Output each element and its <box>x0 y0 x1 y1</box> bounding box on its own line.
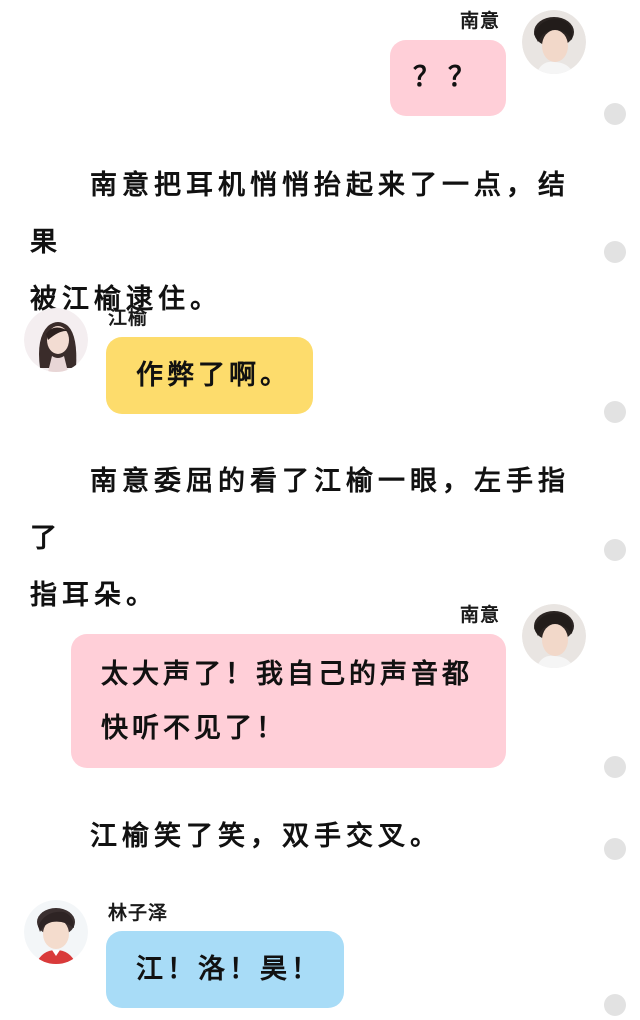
scroll-dot[interactable] <box>604 539 626 561</box>
message-text: 作弊了啊。 <box>136 360 291 391</box>
narration-line: 南意委屈的看了江榆一眼，左手指了 <box>30 466 570 554</box>
scroll-dot[interactable] <box>604 838 626 860</box>
chat-bubble-jiangyu[interactable]: 作弊了啊。 <box>106 337 313 414</box>
narration-paragraph: 江榆笑了笑，双手交叉。 <box>30 808 590 865</box>
message-text: ？？ <box>413 62 483 93</box>
avatar-girl-long-hair-icon[interactable] <box>24 308 88 372</box>
scroll-dot[interactable] <box>604 103 626 125</box>
narration-line: 指耳朵。 <box>30 580 158 611</box>
speaker-name-jiangyu: 江榆 <box>108 307 149 329</box>
avatar-boy-dark-hair-icon[interactable] <box>522 10 586 74</box>
chat-bubble-nanyi[interactable]: 太大声了！我自己的声音都 快听不见了！ <box>71 634 506 768</box>
narration-line: 南意把耳机悄悄抬起来了一点，结果 <box>30 170 570 258</box>
avatar-boy-dark-hair-icon[interactable] <box>522 604 586 668</box>
chat-bubble-linzize[interactable]: 江！洛！昊！ <box>106 931 344 1008</box>
speaker-name-nanyi: 南意 <box>460 10 501 32</box>
scroll-dot[interactable] <box>604 994 626 1016</box>
chat-bubble-nanyi[interactable]: ？？ <box>390 40 506 116</box>
narration-paragraph: 南意委屈的看了江榆一眼，左手指了 指耳朵。 <box>30 453 590 624</box>
scroll-dot[interactable] <box>604 756 626 778</box>
scroll-dot[interactable] <box>604 401 626 423</box>
speaker-name-nanyi: 南意 <box>460 604 501 626</box>
message-text-line: 太大声了！我自己的声音都 <box>101 659 473 690</box>
message-text: 江！洛！昊！ <box>136 954 322 985</box>
scroll-dot[interactable] <box>604 241 626 263</box>
message-text-line: 快听不见了！ <box>101 713 287 744</box>
avatar-boy-red-shirt-icon[interactable] <box>24 900 88 964</box>
speaker-name-linzize: 林子泽 <box>108 902 169 924</box>
narration-line: 江榆笑了笑，双手交叉。 <box>90 821 442 852</box>
